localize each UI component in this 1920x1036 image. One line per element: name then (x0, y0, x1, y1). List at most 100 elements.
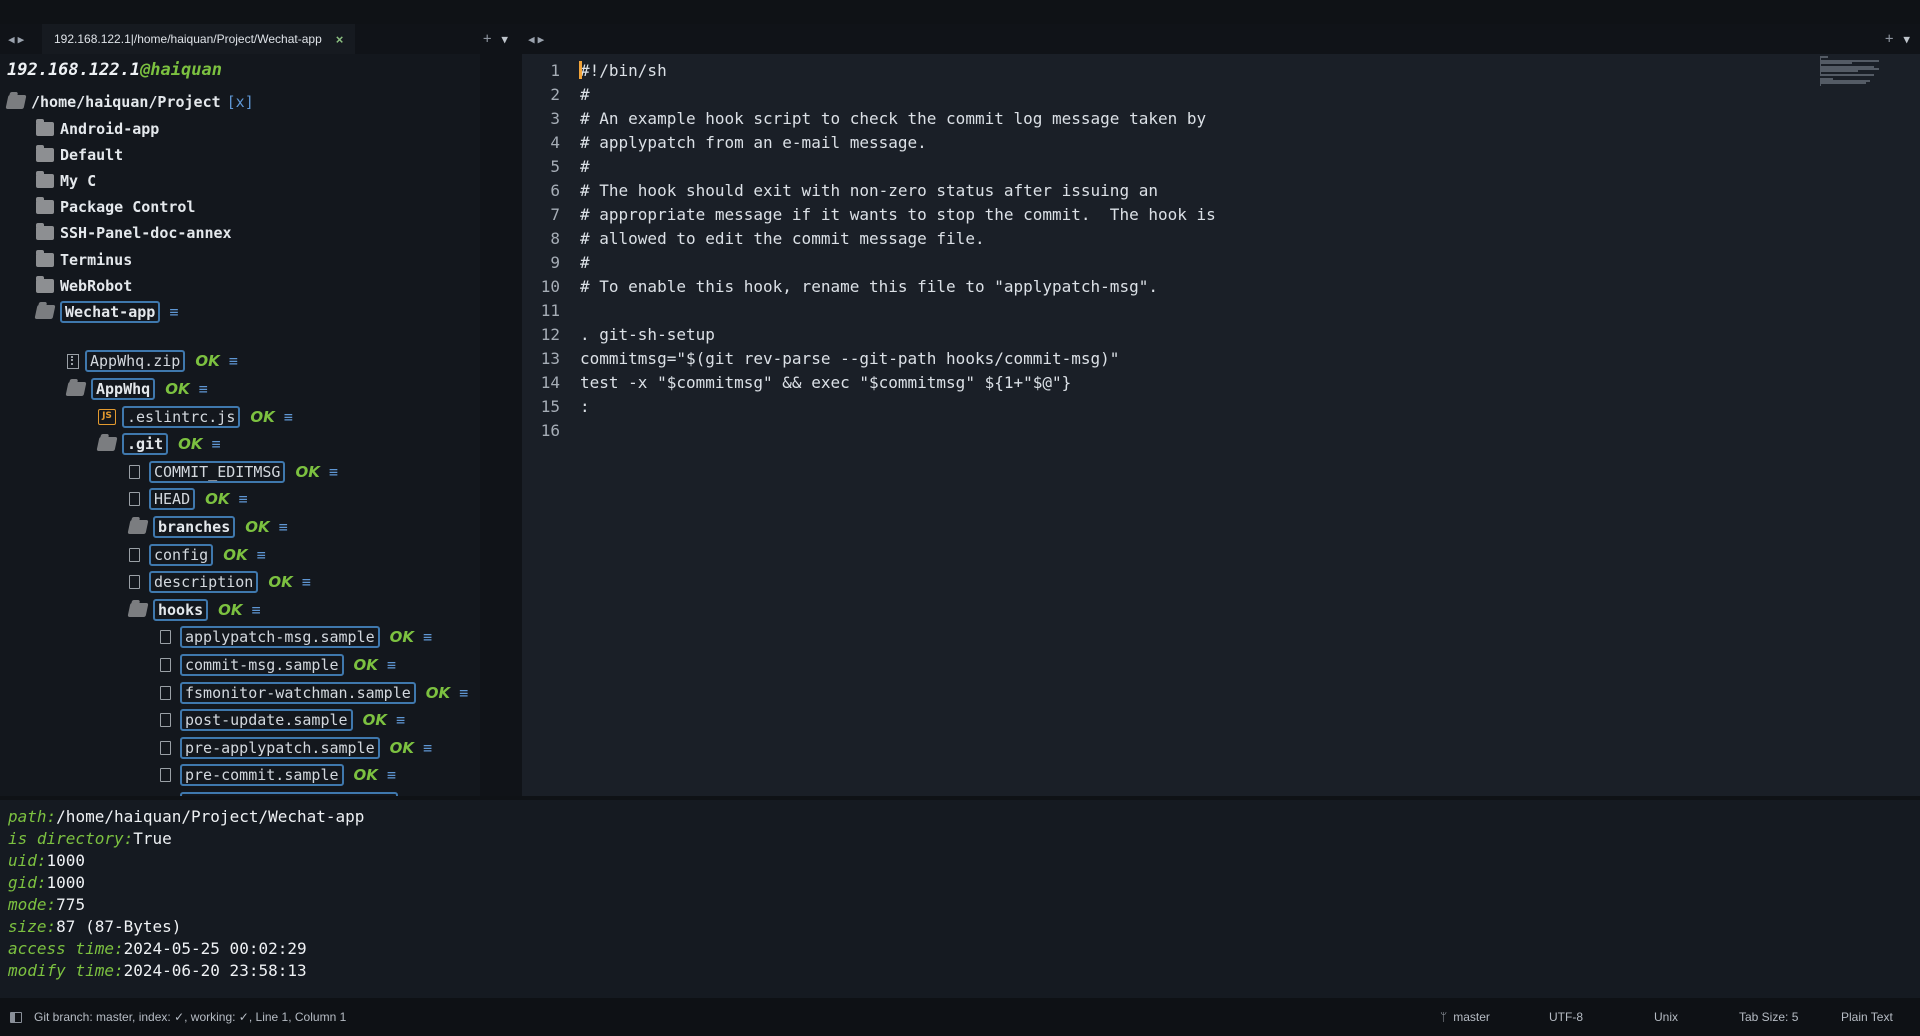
tab-dropdown-icon[interactable]: ▼ (501, 33, 508, 46)
code-line[interactable]: 6 # The hook should exit with non-zero st… (522, 178, 1802, 202)
item-menu-icon[interactable]: ≡ (212, 435, 221, 453)
code-line[interactable]: 14 test -x "$commitmsg" && exec "$commitm… (522, 370, 1802, 394)
tree-item[interactable]: post-update.sample OK ≡ (160, 708, 405, 732)
prev-tab-icon[interactable]: ◀ (528, 33, 535, 46)
tree-item[interactable]: HEAD OK ≡ (129, 487, 248, 511)
tree-root[interactable]: /home/haiquan/Project [x] (5, 90, 254, 114)
tree-item-name[interactable]: Wechat-app (60, 301, 161, 323)
minimap[interactable] (1820, 56, 1880, 86)
status-branch[interactable]: ᛘ master (1440, 998, 1490, 1036)
code-line[interactable]: 11 (522, 298, 1802, 322)
status-syntax[interactable]: Plain Text (1841, 998, 1893, 1036)
tree-item[interactable]: JS .eslintrc.js OK ≡ (98, 405, 293, 429)
item-menu-icon[interactable]: ≡ (387, 656, 396, 674)
code-line[interactable]: 7 # appropriate message if it wants to st… (522, 202, 1802, 226)
code-line[interactable]: 9 # (522, 250, 1802, 274)
item-menu-icon[interactable]: ≡ (423, 739, 432, 757)
tree-item-name[interactable]: AppWhq.zip (85, 350, 186, 372)
tree-item[interactable]: description OK ≡ (129, 570, 311, 594)
item-menu-icon[interactable]: ≡ (423, 628, 432, 646)
tree-item-name[interactable]: Android-app (60, 120, 159, 138)
item-menu-icon[interactable]: ≡ (459, 684, 468, 702)
tree-item-name[interactable]: My C (60, 172, 96, 190)
tree-item-name[interactable]: COMMIT_EDITMSG (149, 461, 286, 483)
tab-ssh-panel[interactable]: 192.168.122.1|/home/haiquan/Project/Wech… (42, 24, 356, 54)
status-encoding[interactable]: UTF-8 (1549, 998, 1583, 1036)
code-line[interactable]: 15: (522, 394, 1802, 418)
tree-item[interactable]: SSH-Panel-doc-annex (36, 221, 232, 245)
root-path[interactable]: /home/haiquan/Project (31, 93, 221, 111)
tree-item-name[interactable]: Package Control (60, 198, 195, 216)
tree-item-name[interactable]: Default (60, 146, 123, 164)
tree-item[interactable]: .git OK ≡ (96, 432, 221, 456)
tree-item[interactable]: pre-applypatch.sample OK ≡ (160, 736, 432, 760)
code-line[interactable]: 12 . git-sh-setup (522, 322, 1802, 346)
tree-item[interactable]: Wechat-app ≡ (34, 300, 178, 324)
tree-item-name[interactable]: post-update.sample (180, 709, 353, 731)
code-line[interactable]: 3 # An example hook script to check the c… (522, 106, 1802, 130)
tree-item[interactable]: Terminus (36, 248, 132, 272)
tree-item[interactable]: hooks OK ≡ (127, 598, 261, 622)
status-line-endings[interactable]: Unix (1654, 998, 1678, 1036)
tree-item[interactable]: branches OK ≡ (127, 515, 288, 539)
code-line[interactable]: 1 #!/bin/sh (522, 58, 1802, 82)
item-menu-icon[interactable]: ≡ (252, 601, 261, 619)
item-menu-icon[interactable]: ≡ (199, 380, 208, 398)
add-tab-icon[interactable]: + (483, 31, 491, 47)
item-menu-icon[interactable]: ≡ (257, 546, 266, 564)
tree-item[interactable]: fsmonitor-watchman.sample OK ≡ (160, 681, 468, 705)
item-menu-icon[interactable]: ≡ (302, 573, 311, 591)
tree-item[interactable]: My C (36, 169, 96, 193)
tree-item-name[interactable]: commit-msg.sample (180, 654, 344, 676)
tree-item[interactable]: WebRobot (36, 274, 132, 298)
tree-item[interactable]: Package Control (36, 195, 195, 219)
tree-item[interactable]: COMMIT_EDITMSG OK ≡ (129, 460, 338, 484)
tree-item[interactable]: AppWhq.zip OK ≡ (67, 349, 238, 373)
item-menu-icon[interactable]: ≡ (169, 303, 178, 321)
tree-item-name[interactable]: fsmonitor-watchman.sample (180, 682, 416, 704)
item-menu-icon[interactable]: ≡ (239, 490, 248, 508)
prev-tab-icon[interactable]: ◀ (8, 33, 15, 46)
code-line[interactable]: 8 # allowed to edit the commit message fi… (522, 226, 1802, 250)
tree-item-name[interactable]: WebRobot (60, 277, 132, 295)
tree-item-name[interactable]: pre-commit.sample (180, 764, 344, 786)
panel-divider[interactable] (480, 54, 522, 796)
tree-item-name[interactable]: applypatch-msg.sample (180, 626, 380, 648)
add-tab-icon[interactable]: + (1885, 31, 1893, 47)
tree-item[interactable]: applypatch-msg.sample OK ≡ (160, 625, 432, 649)
tree-item[interactable]: AppWhq OK ≡ (65, 377, 208, 401)
close-icon[interactable]: × (336, 32, 344, 47)
tree-item-name[interactable]: .eslintrc.js (122, 406, 241, 428)
close-root-button[interactable]: [x] (227, 93, 254, 111)
code-line[interactable]: 13 commitmsg="$(git rev-parse --git-path … (522, 346, 1802, 370)
tree-item-name[interactable]: description (149, 571, 259, 593)
tree-item-name[interactable]: config (149, 544, 214, 566)
tree-item-name[interactable]: .git (122, 433, 169, 455)
tree-item[interactable]: Android-app (36, 117, 159, 141)
next-tab-icon[interactable]: ▶ (18, 33, 25, 46)
tree-item-name[interactable]: Terminus (60, 251, 132, 269)
code-line[interactable]: 4 # applypatch from an e-mail message. (522, 130, 1802, 154)
tree-item[interactable]: config OK ≡ (129, 543, 266, 567)
tree-item-name[interactable]: HEAD (149, 488, 196, 510)
code-line[interactable]: 10 # To enable this hook, rename this fil… (522, 274, 1802, 298)
item-menu-icon[interactable]: ≡ (396, 711, 405, 729)
tree-item[interactable]: commit-msg.sample OK ≡ (160, 653, 396, 677)
sidebar-toggle-icon[interactable] (10, 1011, 22, 1023)
tree-item-name[interactable]: hooks (153, 599, 209, 621)
tree-item-name[interactable]: pre-applypatch.sample (180, 737, 380, 759)
tree-item-name[interactable]: SSH-Panel-doc-annex (60, 224, 232, 242)
item-menu-icon[interactable]: ≡ (387, 766, 396, 784)
code-line[interactable]: 16 (522, 418, 1802, 442)
tree-item-name[interactable]: AppWhq (91, 378, 156, 400)
item-menu-icon[interactable]: ≡ (229, 352, 238, 370)
status-tab-size[interactable]: Tab Size: 5 (1739, 998, 1798, 1036)
tab-dropdown-icon[interactable]: ▼ (1903, 33, 1910, 46)
item-menu-icon[interactable]: ≡ (284, 408, 293, 426)
item-menu-icon[interactable]: ≡ (279, 518, 288, 536)
code-line[interactable]: 2 # (522, 82, 1802, 106)
next-tab-icon[interactable]: ▶ (538, 33, 545, 46)
item-menu-icon[interactable]: ≡ (329, 463, 338, 481)
tree-item[interactable]: pre-commit.sample OK ≡ (160, 763, 396, 787)
code-line[interactable]: 5 # (522, 154, 1802, 178)
